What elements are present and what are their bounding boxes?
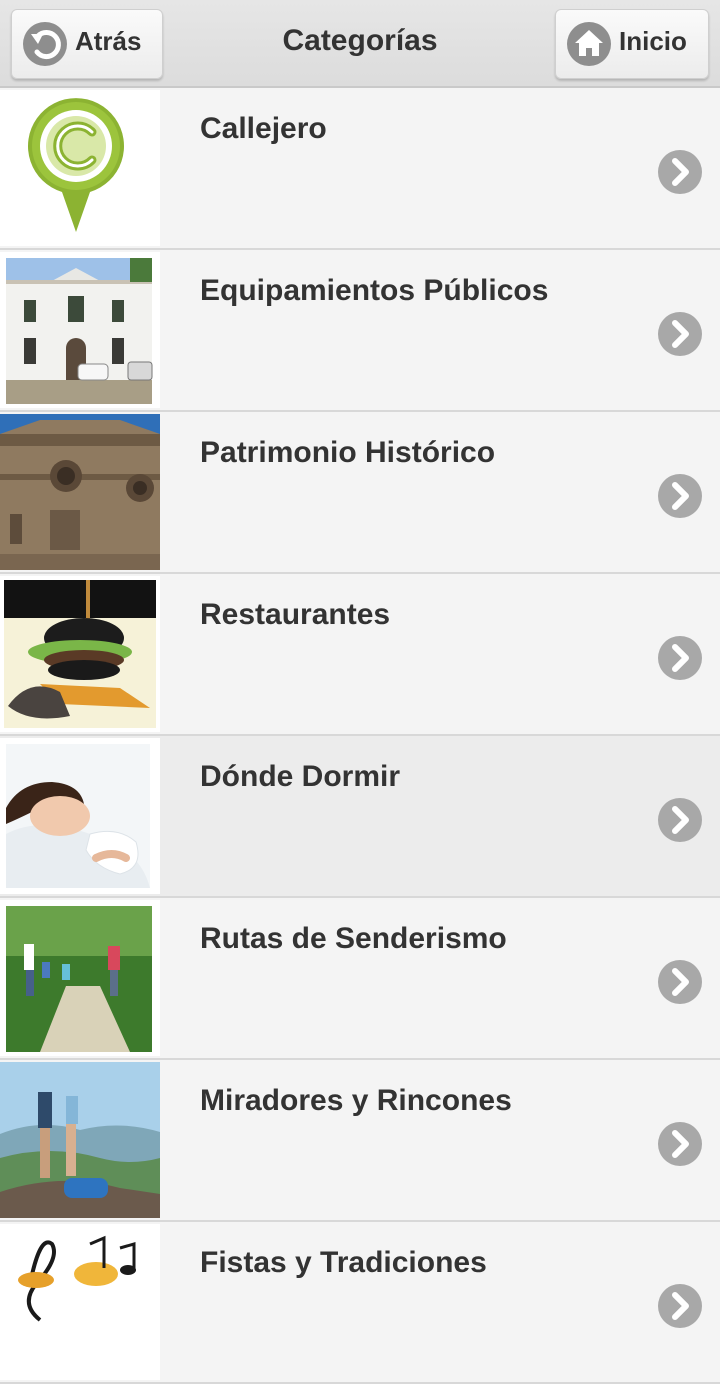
chevron-right-icon [658, 474, 702, 518]
category-item-rutas-senderismo[interactable]: Rutas de Senderismo [0, 898, 720, 1060]
category-item-patrimonio[interactable]: Patrimonio Histórico [0, 412, 720, 574]
category-label: Miradores y Rincones [200, 1084, 512, 1117]
chevron-right-icon [658, 150, 702, 194]
category-item-restaurantes[interactable]: Restaurantes [0, 574, 720, 736]
top-bar: Atrás Categorías Inicio [0, 0, 720, 88]
back-arrow-icon [23, 22, 67, 66]
category-list: Callejero Equipamientos Públicos Patrimo… [0, 88, 720, 1384]
hiking-family-photo [0, 900, 160, 1056]
map-pin-logo-icon [0, 90, 160, 246]
category-item-equipamientos[interactable]: Equipamientos Públicos [0, 250, 720, 412]
category-label: Callejero [200, 112, 327, 145]
page-title: Categorías [282, 24, 438, 57]
category-item-callejero[interactable]: Callejero [0, 88, 720, 250]
home-button[interactable]: Inicio [555, 9, 709, 79]
chevron-right-icon [658, 798, 702, 842]
chevron-right-icon [658, 312, 702, 356]
category-item-miradores[interactable]: Miradores y Rincones [0, 1060, 720, 1222]
chevron-right-icon [658, 960, 702, 1004]
home-icon [567, 22, 611, 66]
town-hall-photo [0, 252, 160, 408]
music-notes-image [0, 1224, 160, 1380]
chevron-right-icon [658, 636, 702, 680]
chevron-right-icon [658, 1122, 702, 1166]
sleeping-woman-photo [0, 738, 160, 894]
category-label: Rutas de Senderismo [200, 922, 507, 955]
category-label: Restaurantes [200, 598, 391, 631]
category-item-donde-dormir[interactable]: Dónde Dormir [0, 736, 720, 898]
category-label: Fistas y Tradiciones [200, 1246, 487, 1279]
burger-dish-photo [0, 576, 160, 732]
back-button-label: Atrás [75, 25, 142, 56]
category-label: Equipamientos Públicos [200, 274, 549, 307]
home-button-label: Inicio [619, 25, 687, 56]
category-item-fiestas[interactable]: Fistas y Tradiciones [0, 1222, 720, 1384]
category-label: Patrimonio Histórico [200, 436, 496, 469]
viewpoint-hikers-photo [0, 1062, 160, 1218]
category-label: Dónde Dormir [200, 760, 401, 793]
back-button[interactable]: Atrás [11, 9, 163, 79]
chevron-right-icon [658, 1284, 702, 1328]
church-tower-photo [0, 414, 160, 570]
